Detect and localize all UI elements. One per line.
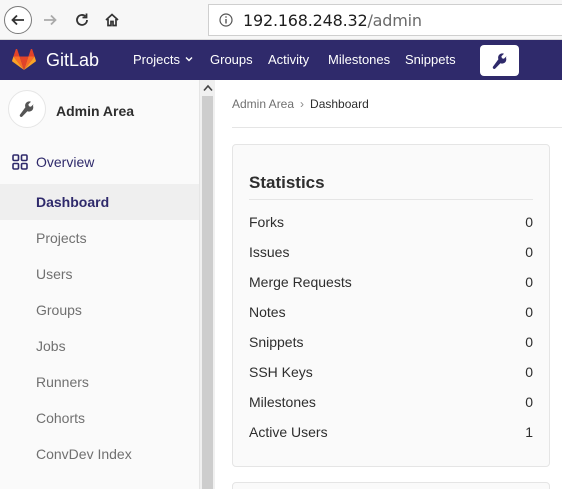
wrench-icon [492, 52, 506, 69]
sidebar-item-label: Projects [36, 230, 87, 246]
sidebar-item-jobs[interactable]: Jobs [0, 328, 199, 364]
sidebar-scrollbar[interactable] [199, 80, 215, 489]
stat-value: 0 [525, 304, 533, 320]
stat-row-ssh-keys: SSH Keys 0 [249, 364, 533, 384]
stat-label: Snippets [249, 334, 304, 350]
sidebar-context-header[interactable]: Admin Area [0, 80, 199, 140]
gitlab-logo-icon[interactable] [12, 49, 36, 71]
statistics-title: Statistics [249, 173, 325, 192]
sidebar-item-convdev-index[interactable]: ConvDev Index [0, 436, 199, 472]
next-card-edge [232, 482, 550, 489]
sidebar-item-label: Groups [36, 302, 82, 318]
chevron-down-icon [185, 57, 193, 62]
forward-arrow-icon[interactable] [36, 6, 64, 34]
stat-row-forks: Forks 0 [249, 214, 533, 234]
stat-label: Notes [249, 304, 286, 320]
stat-value: 0 [525, 334, 533, 350]
gitlab-header: GitLab Projects Groups Activity Mileston… [0, 40, 562, 80]
scroll-up-arrow-icon[interactable] [203, 84, 213, 92]
stat-row-milestones: Milestones 0 [249, 394, 533, 414]
sidebar-item-label: Runners [36, 374, 89, 390]
statistics-card: Statistics Forks 0 Issues 0 Merge Requests… [232, 144, 550, 467]
stat-row-notes: Notes 0 [249, 304, 533, 324]
stat-row-merge-requests: Merge Requests 0 [249, 274, 533, 294]
admin-area-button[interactable] [480, 45, 519, 76]
scrollbar-thumb[interactable] [202, 96, 213, 489]
sidebar-overview-label: Overview [36, 154, 95, 170]
breadcrumb-admin-area[interactable]: Admin Area [232, 97, 294, 111]
overview-grid-icon [12, 154, 28, 170]
stat-label: Merge Requests [249, 274, 352, 290]
stat-row-snippets: Snippets 0 [249, 334, 533, 354]
wrench-icon [19, 101, 34, 117]
sidebar-item-runners[interactable]: Runners [0, 364, 199, 400]
stat-label: SSH Keys [249, 364, 313, 380]
nav-activity[interactable]: Activity [268, 52, 309, 67]
sidebar-item-overview[interactable]: Overview [0, 140, 199, 184]
nav-groups[interactable]: Groups [210, 52, 253, 67]
stat-label: Forks [249, 214, 284, 230]
sidebar-context-title: Admin Area [56, 103, 135, 119]
statistics-divider [249, 199, 533, 200]
stat-value: 0 [525, 244, 533, 260]
nav-projects-label: Projects [133, 52, 180, 67]
stat-label: Issues [249, 244, 290, 260]
stat-label: Milestones [249, 394, 316, 410]
stat-value: 0 [525, 274, 533, 290]
sidebar-item-label: ConvDev Index [36, 446, 132, 462]
sidebar-item-projects[interactable]: Projects [0, 220, 199, 256]
breadcrumb-divider [232, 127, 562, 128]
stat-value: 0 [525, 364, 533, 380]
stat-value: 0 [525, 214, 533, 230]
gitlab-brand[interactable]: GitLab [46, 50, 99, 71]
stat-label: Active Users [249, 424, 328, 440]
sidebar-item-label: Dashboard [36, 194, 110, 210]
stat-row-active-users: Active Users 1 [249, 424, 533, 444]
sidebar-item-users[interactable]: Users [0, 256, 199, 292]
sidebar: Admin Area Overview Dashboard Projects U… [0, 80, 215, 489]
nav-projects[interactable]: Projects [133, 52, 193, 67]
sidebar-item-groups[interactable]: Groups [0, 292, 199, 328]
stat-row-issues: Issues 0 [249, 244, 533, 264]
url-text: 192.168.248.32/admin [243, 11, 422, 30]
breadcrumb: Admin Area › Dashboard [232, 97, 369, 111]
stat-value: 1 [525, 424, 533, 440]
stat-value: 0 [525, 394, 533, 410]
sidebar-item-label: Users [36, 266, 73, 282]
home-icon[interactable] [98, 6, 126, 34]
url-host: 192.168.248.32 [243, 10, 368, 30]
sidebar-item-label: Cohorts [36, 410, 86, 426]
sidebar-item-dashboard[interactable]: Dashboard [0, 184, 199, 220]
address-bar[interactable]: 192.168.248.32/admin [208, 4, 562, 36]
browser-toolbar: 192.168.248.32/admin [0, 0, 562, 40]
nav-snippets[interactable]: Snippets [405, 52, 456, 67]
url-path: /admin [367, 10, 422, 30]
sidebar-item-label: Jobs [36, 338, 66, 354]
reload-icon[interactable] [68, 6, 96, 34]
info-icon[interactable] [219, 13, 233, 27]
sidebar-item-cohorts[interactable]: Cohorts [0, 400, 199, 436]
breadcrumb-separator: › [300, 97, 305, 111]
breadcrumb-current: Dashboard [310, 97, 369, 111]
admin-avatar [8, 90, 46, 128]
back-arrow-icon[interactable] [4, 6, 32, 34]
nav-milestones[interactable]: Milestones [328, 52, 390, 67]
